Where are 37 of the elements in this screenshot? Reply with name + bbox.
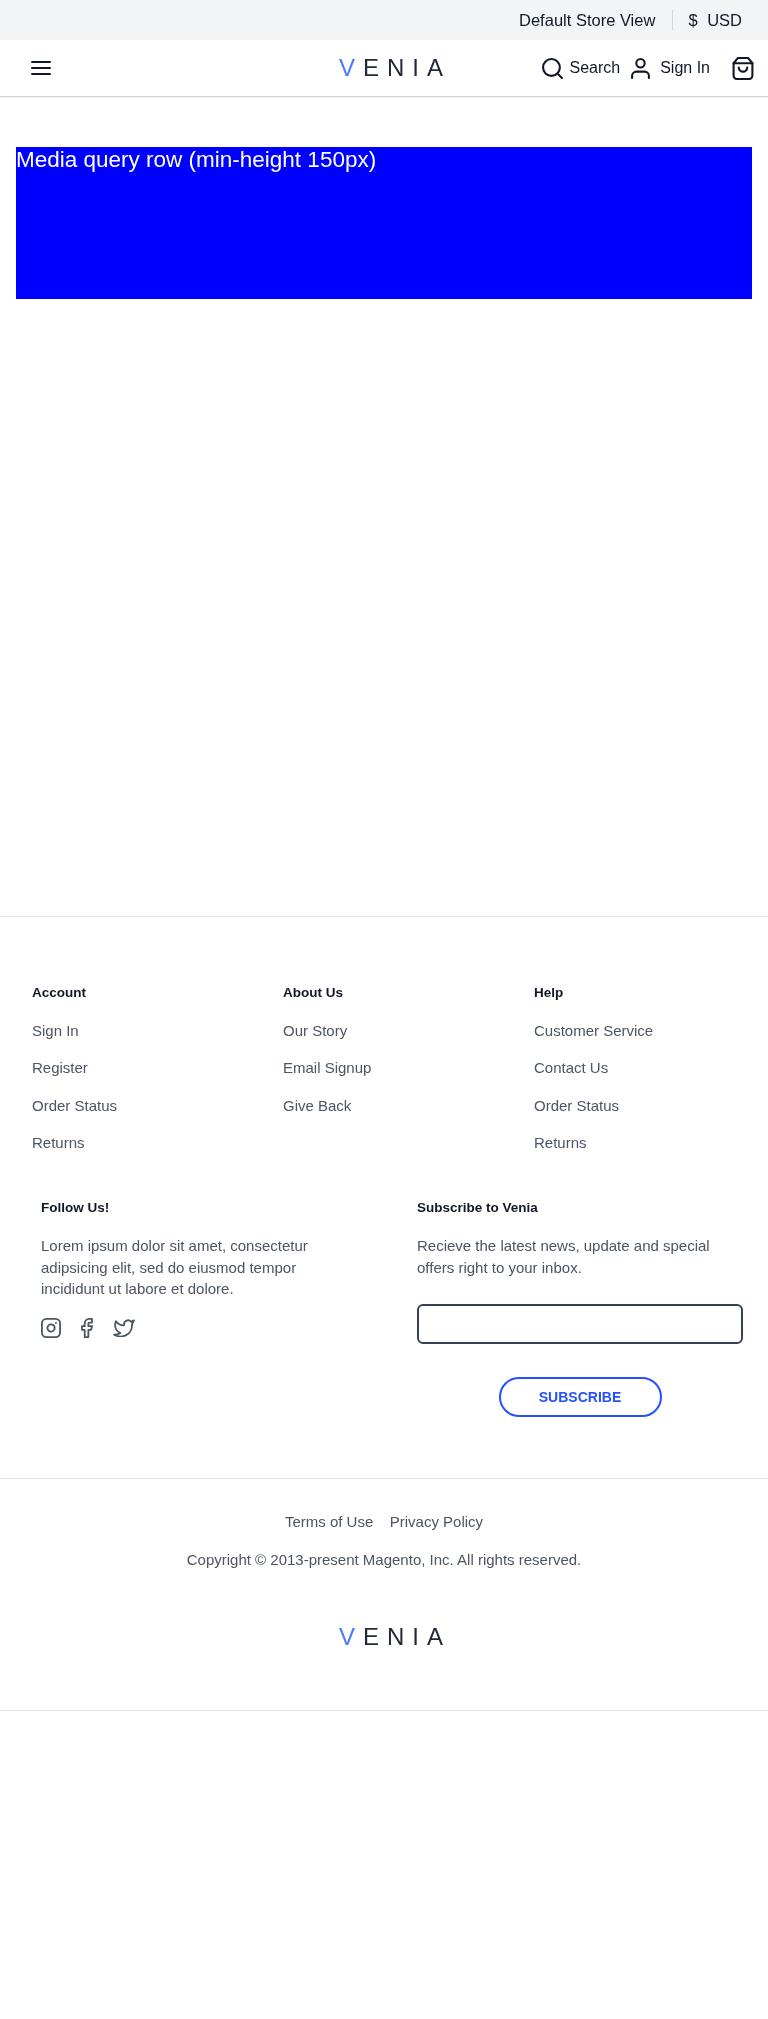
facebook-icon[interactable]: [81, 1317, 93, 1338]
copyright-text: Copyright © 2013-present Magento, Inc. All rights reserved.: [186, 1550, 582, 1571]
menu-icon[interactable]: [31, 61, 51, 75]
footer-link[interactable]: Email Signup: [283, 1058, 372, 1079]
footer-link[interactable]: Returns: [534, 1133, 587, 1154]
footer-link[interactable]: Contact Us: [534, 1058, 609, 1079]
currency-switcher[interactable]: $ USD: [688, 9, 742, 31]
footer-link[interactable]: Privacy Policy: [389, 1512, 484, 1533]
footer-heading: Account: [32, 984, 86, 1002]
footer-logo[interactable]: VENIA: [339, 1624, 451, 1651]
footer-text: Lorem ipsum dolor sit amet, consectetur adipsicing elit, sed do eiusmod tempor incididunt ut labore et dolore.: [41, 1236, 309, 1300]
footer-link[interactable]: Sign In: [32, 1020, 79, 1041]
footer-heading: Subscribe to Venia: [417, 1199, 538, 1218]
footer-link[interactable]: Our Story: [283, 1020, 348, 1041]
footer-heading: About Us: [283, 984, 343, 1002]
footer-link[interactable]: Register: [32, 1058, 88, 1079]
sign-in-toggle[interactable]: Sign In: [631, 57, 710, 79]
site-logo[interactable]: VENIA: [339, 55, 451, 81]
shopping-bag-icon[interactable]: [732, 56, 754, 80]
search-toggle[interactable]: Search: [542, 57, 621, 79]
footer-text: Recieve the latest news, update and special offers right to your inbox.: [417, 1236, 711, 1278]
footer-link[interactable]: Order Status: [534, 1095, 620, 1116]
footer-heading: Follow Us!: [41, 1199, 110, 1218]
email-field[interactable]: [417, 1304, 743, 1345]
user-icon: [631, 57, 651, 79]
subscribe-button[interactable]: SUBSCRIBE: [498, 1377, 662, 1418]
twitter-icon[interactable]: [113, 1318, 135, 1337]
footer-link[interactable]: Order Status: [32, 1095, 118, 1116]
footer-link[interactable]: Give Back: [283, 1095, 352, 1116]
store-switcher[interactable]: Default Store View: [519, 9, 656, 31]
footer-link[interactable]: Terms of Use: [284, 1512, 374, 1533]
instagram-icon[interactable]: [41, 1317, 61, 1338]
footer-link[interactable]: Customer Service: [534, 1020, 654, 1041]
search-icon: [542, 57, 564, 79]
footer-link[interactable]: Returns: [32, 1133, 85, 1154]
footer-heading: Help: [534, 984, 564, 1002]
row-heading: Media query row (min-height 150px): [16, 147, 377, 173]
